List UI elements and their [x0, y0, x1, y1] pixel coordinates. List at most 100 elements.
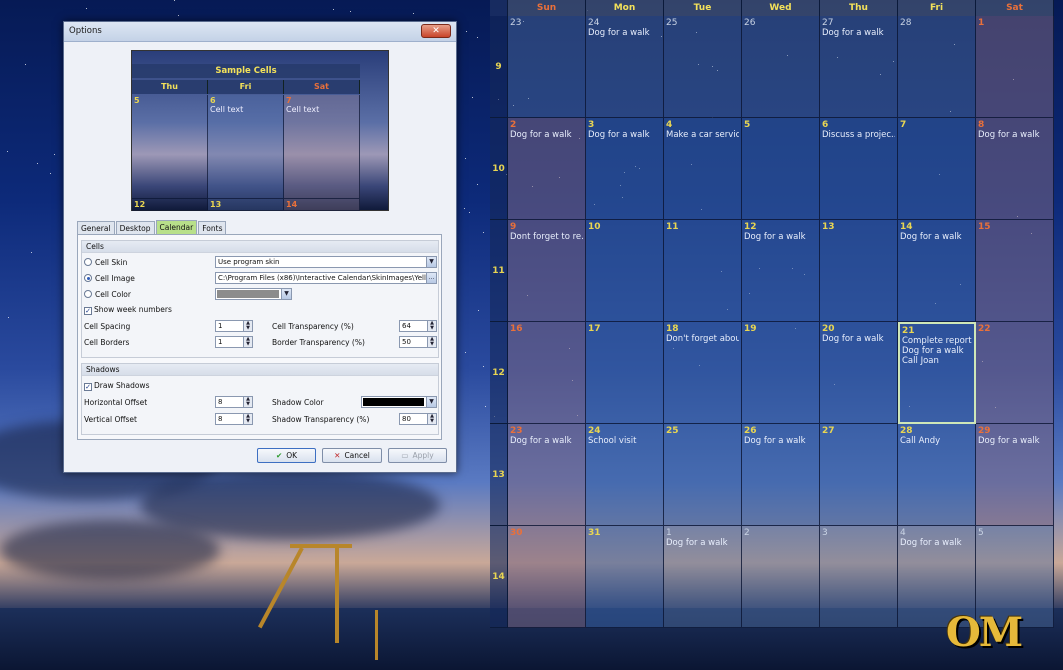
calendar-day-cell[interactable]: 26 [742, 16, 820, 118]
calendar-day-cell[interactable]: 11 [664, 220, 742, 322]
calendar-event[interactable]: School visit [588, 436, 661, 446]
calendar-day-cell[interactable]: 13 [820, 220, 898, 322]
tab-general[interactable]: General [77, 221, 115, 235]
calendar-day-cell[interactable]: 27 [820, 424, 898, 526]
tab-desktop[interactable]: Desktop [115, 221, 155, 235]
calendar-day-cell[interactable]: 6 Discuss a projec... [820, 118, 898, 220]
calendar-day-cell[interactable]: 23 [508, 16, 586, 118]
spinner-arrows-icon[interactable]: ▲ ▼ [243, 397, 252, 407]
calendar-event[interactable]: Dog for a walk [510, 436, 583, 446]
shadow-transparency-spinner[interactable]: 80 ▲ ▼ [399, 413, 437, 425]
calendar-day-cell[interactable]: 1 [976, 16, 1054, 118]
spinner-arrows-icon[interactable]: ▲ ▼ [427, 337, 436, 347]
tab-calendar[interactable]: Calendar [155, 220, 198, 235]
calendar-day-cell[interactable]: 28 [898, 16, 976, 118]
cell-transparency-spinner[interactable]: 64 ▲ ▼ [399, 320, 437, 332]
spinner-arrows-icon[interactable]: ▲ ▼ [427, 414, 436, 424]
calendar-day-cell[interactable]: 25 [664, 16, 742, 118]
spinner-arrows-icon[interactable]: ▲ ▼ [243, 414, 252, 424]
calendar-day-cell[interactable]: 30 [508, 526, 586, 628]
calendar-day-cell[interactable]: 2 Dog for a walk [508, 118, 586, 220]
calendar-event[interactable]: Dog for a walk [510, 130, 583, 140]
cell-spacing-spinner[interactable]: 1 ▲ ▼ [215, 320, 253, 332]
calendar-event[interactable]: Dog for a walk [978, 436, 1051, 446]
calendar-day-cell[interactable]: 27 Dog for a walk [820, 16, 898, 118]
cancel-button[interactable]: ✕ Cancel [322, 448, 382, 463]
chevron-down-icon[interactable]: ▼ [426, 257, 436, 267]
draw-shadows-checkbox[interactable]: ✓ [84, 383, 92, 391]
shadow-color-picker[interactable]: ▼ [361, 396, 437, 408]
horizontal-offset-spinner[interactable]: 8 ▲ ▼ [215, 396, 253, 408]
calendar-event[interactable]: Dog for a walk [666, 538, 739, 548]
calendar-day-cell[interactable]: 15 [976, 220, 1054, 322]
calendar-day-cell[interactable]: 10 [586, 220, 664, 322]
show-week-numbers-option[interactable]: ✓ Show week numbers [84, 305, 172, 315]
calendar-day-cell[interactable]: 12 Dog for a walk [742, 220, 820, 322]
calendar-day-cell[interactable]: 8 Dog for a walk [976, 118, 1054, 220]
calendar-event[interactable]: Call Joan [902, 356, 972, 366]
calendar-event[interactable]: Dog for a walk [588, 130, 661, 140]
calendar-event[interactable]: Dont forget to re... [510, 232, 583, 242]
calendar-day-cell[interactable]: 26 Dog for a walk [742, 424, 820, 526]
draw-shadows-option[interactable]: ✓ Draw Shadows [84, 381, 149, 391]
cell-skin-option[interactable]: Cell Skin [84, 258, 127, 267]
cell-color-radio[interactable] [84, 290, 92, 298]
chevron-down-icon[interactable]: ▼ [426, 397, 436, 407]
calendar-event[interactable]: Dog for a walk [744, 232, 817, 242]
calendar-event[interactable]: Dog for a walk [822, 28, 895, 38]
calendar-day-cell-today[interactable]: 21 Complete report Dog for a walk Call Joan [898, 322, 976, 424]
vertical-offset-spinner[interactable]: 8 ▲ ▼ [215, 413, 253, 425]
tab-fonts[interactable]: Fonts [198, 221, 227, 235]
cell-color-option[interactable]: Cell Color [84, 290, 131, 299]
apply-button[interactable]: ▭ Apply [388, 448, 447, 463]
dialog-titlebar[interactable]: Options ✕ [64, 22, 456, 42]
calendar-day-cell[interactable]: 17 [586, 322, 664, 424]
calendar-day-cell[interactable]: 18Don't forget abour... [664, 322, 742, 424]
calendar-day-cell[interactable]: 4 Make a car service [664, 118, 742, 220]
ok-button[interactable]: ✔ OK [257, 448, 316, 463]
calendar-event[interactable]: Dog for a walk [822, 334, 895, 344]
calendar-event[interactable]: Call Andy [900, 436, 973, 446]
calendar-event[interactable]: Dog for a walk [900, 232, 973, 242]
calendar-day-cell[interactable]: 1 Dog for a walk [664, 526, 742, 628]
calendar-event[interactable]: Complete report [902, 336, 972, 346]
calendar-day-cell[interactable]: 28 Call Andy [898, 424, 976, 526]
chevron-down-icon[interactable]: ▼ [281, 289, 291, 299]
calendar-event[interactable]: Dog for a walk [902, 346, 972, 356]
cell-color-picker[interactable]: ▼ [215, 288, 292, 300]
cell-borders-spinner[interactable]: 1 ▲ ▼ [215, 336, 253, 348]
calendar-day-cell[interactable]: 23 Dog for a walk [508, 424, 586, 526]
calendar-event[interactable]: Dog for a walk [900, 538, 973, 548]
calendar-event[interactable]: Don't forget abour... [666, 334, 739, 344]
calendar-day-cell[interactable]: 3 Dog for a walk [586, 118, 664, 220]
border-transparency-spinner[interactable]: 50 ▲ ▼ [399, 336, 437, 348]
calendar-day-cell[interactable]: 14 Dog for a walk [898, 220, 976, 322]
spinner-arrows-icon[interactable]: ▲ ▼ [243, 321, 252, 331]
calendar-day-cell[interactable]: 7 [898, 118, 976, 220]
calendar-day-cell[interactable]: 5 [742, 118, 820, 220]
calendar-event[interactable]: Dog for a walk [744, 436, 817, 446]
calendar-event[interactable]: Make a car service [666, 130, 739, 140]
calendar-day-cell[interactable]: 25 [664, 424, 742, 526]
spinner-arrows-icon[interactable]: ▲ ▼ [243, 337, 252, 347]
cell-image-option[interactable]: Cell Image [84, 274, 135, 283]
cell-image-path-field[interactable]: C:\Program Files (x86)\Interactive Calen… [215, 272, 437, 284]
calendar-day-cell[interactable]: 3 [820, 526, 898, 628]
calendar-day-cell[interactable]: 19 [742, 322, 820, 424]
calendar-day-cell[interactable]: 9 Dont forget to re... [508, 220, 586, 322]
calendar-day-cell[interactable]: 20 Dog for a walk [820, 322, 898, 424]
cell-skin-select[interactable]: Use program skin ▼ [215, 256, 437, 268]
calendar-day-cell[interactable]: 31 [586, 526, 664, 628]
calendar-day-cell[interactable]: 16 [508, 322, 586, 424]
cell-skin-radio[interactable] [84, 258, 92, 266]
show-week-numbers-checkbox[interactable]: ✓ [84, 307, 92, 315]
close-button[interactable]: ✕ [421, 24, 451, 38]
calendar-day-cell[interactable]: 24 School visit [586, 424, 664, 526]
calendar-day-cell[interactable]: 22 [976, 322, 1054, 424]
calendar-day-cell[interactable]: 24 Dog for a walk [586, 16, 664, 118]
calendar-day-cell[interactable]: 29 Dog for a walk [976, 424, 1054, 526]
calendar-event[interactable]: Dog for a walk [978, 130, 1051, 140]
calendar-event[interactable]: Dog for a walk [588, 28, 661, 38]
calendar-day-cell[interactable]: 2 [742, 526, 820, 628]
cell-image-radio[interactable] [84, 274, 92, 282]
